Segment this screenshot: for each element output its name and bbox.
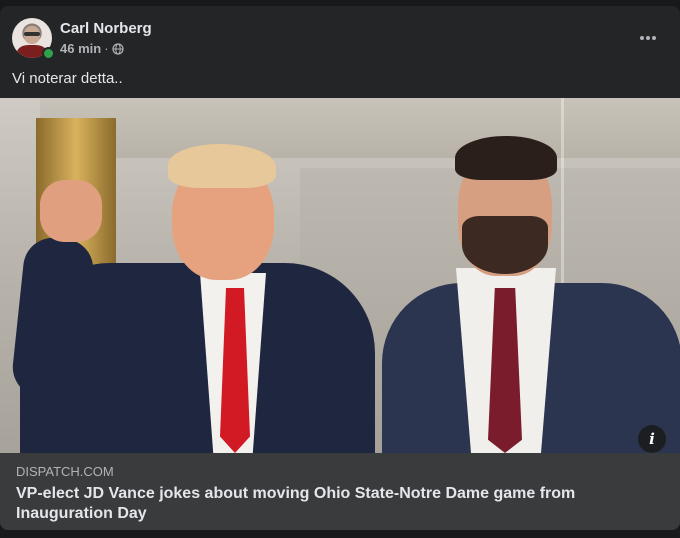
image-right-beard bbox=[462, 216, 548, 274]
author-name[interactable]: Carl Norberg bbox=[60, 20, 152, 37]
post-card: Carl Norberg 46 min · Vi noterar detta.. bbox=[0, 6, 680, 530]
post-header: Carl Norberg 46 min · bbox=[12, 18, 668, 60]
post-text: Vi noterar detta.. bbox=[12, 70, 123, 87]
image-left-hair bbox=[168, 144, 276, 188]
meta-separator: · bbox=[104, 41, 109, 56]
link-preview[interactable]: DISPATCH.COM VP-elect JD Vance jokes abo… bbox=[0, 453, 680, 530]
image-right-hair bbox=[455, 136, 557, 180]
link-domain: DISPATCH.COM bbox=[16, 464, 114, 479]
post-timestamp[interactable]: 46 min bbox=[60, 41, 101, 56]
more-options-button[interactable] bbox=[636, 26, 660, 50]
more-dot bbox=[646, 36, 650, 40]
link-preview-image[interactable]: i bbox=[0, 98, 680, 453]
more-dot bbox=[652, 36, 656, 40]
post-meta: 46 min · bbox=[60, 41, 124, 56]
image-left-fist bbox=[40, 180, 102, 242]
more-horizontal-icon bbox=[640, 36, 644, 40]
globe-icon[interactable] bbox=[111, 42, 124, 55]
avatar-glasses bbox=[24, 32, 40, 36]
link-headline[interactable]: VP-elect JD Vance jokes about moving Ohi… bbox=[16, 484, 656, 524]
online-status-indicator bbox=[42, 47, 55, 60]
info-icon[interactable]: i bbox=[638, 425, 666, 453]
image-wall-molding bbox=[40, 98, 680, 158]
